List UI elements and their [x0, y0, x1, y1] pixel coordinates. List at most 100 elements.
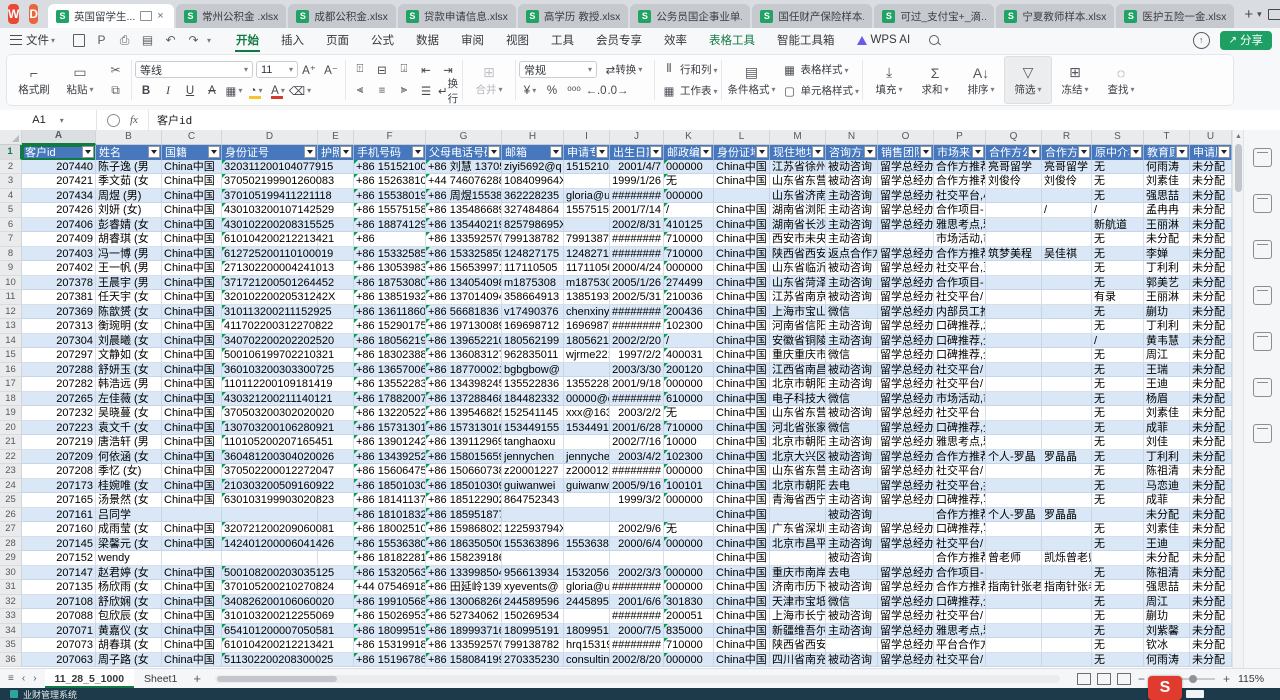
cell[interactable]: 电子科技大: [770, 392, 826, 407]
cell[interactable]: 未分配: [1190, 522, 1232, 537]
formula-input[interactable]: 客户id: [157, 112, 192, 128]
cell[interactable]: 无: [1092, 566, 1144, 581]
increase-decimal-button[interactable]: ←.0: [586, 82, 606, 100]
cell[interactable]: +44 7460762888: [426, 174, 502, 189]
cell[interactable]: [986, 595, 1042, 610]
row-header-23[interactable]: 23: [0, 464, 22, 479]
panel-props-icon[interactable]: [1253, 148, 1272, 167]
cell[interactable]: 广东省深圳: [770, 522, 826, 537]
menu-item-效率[interactable]: 效率: [653, 28, 698, 52]
cell[interactable]: 罗晶晶: [1042, 508, 1092, 523]
cell[interactable]: 微信: [826, 421, 878, 436]
cell[interactable]: +86 1360831276: [426, 348, 502, 363]
cell[interactable]: 207145: [22, 537, 96, 552]
zoom-out-button[interactable]: −: [1138, 672, 1145, 686]
cell[interactable]: 王一帆 (男: [96, 261, 162, 276]
cell[interactable]: 未分配: [1190, 464, 1232, 479]
cell[interactable]: 360103200303300725: [222, 363, 318, 378]
row-header-19[interactable]: 19: [0, 406, 22, 421]
cell[interactable]: +86 1565399710: [426, 261, 502, 276]
cell[interactable]: guiwanwei: [502, 479, 564, 494]
cell[interactable]: [986, 290, 1042, 305]
cell[interactable]: 新疆维吾尔: [770, 624, 826, 639]
cell[interactable]: 124827175: [564, 247, 610, 262]
cell[interactable]: 180995191: [564, 624, 610, 639]
cell[interactable]: 留学总经办: [878, 435, 934, 450]
cell[interactable]: 山东省东营: [770, 406, 826, 421]
menu-item-审阅[interactable]: 审阅: [450, 28, 495, 52]
cell[interactable]: 王迪: [1144, 377, 1190, 392]
row-header-9[interactable]: 9: [0, 261, 22, 276]
cell[interactable]: 无: [1092, 580, 1144, 595]
cell[interactable]: 包欣辰 (女: [96, 609, 162, 624]
cell[interactable]: 无: [1092, 464, 1144, 479]
cell[interactable]: 北京市朝阳: [770, 435, 826, 450]
cell[interactable]: 微信: [826, 392, 878, 407]
cell[interactable]: China中国: [714, 261, 770, 276]
cell[interactable]: xyevents@: [502, 580, 564, 595]
print-icon[interactable]: ⎙: [116, 32, 133, 49]
cell[interactable]: jennychen: [502, 450, 564, 465]
cell[interactable]: 610104200212213421: [222, 232, 318, 247]
row-header-11[interactable]: 11: [0, 290, 22, 305]
cell[interactable]: 无: [1092, 479, 1144, 494]
cell[interactable]: +86 15320563: [354, 566, 426, 581]
cell[interactable]: 无: [1092, 160, 1144, 175]
cell[interactable]: [1092, 508, 1144, 523]
cell[interactable]: 亮哥留学: [986, 160, 1042, 175]
column-header-C[interactable]: C: [162, 130, 222, 145]
cell[interactable]: /: [1092, 334, 1144, 349]
horizontal-scrollbar[interactable]: [215, 675, 1060, 683]
cell[interactable]: 207426: [22, 203, 96, 218]
cell-style-button[interactable]: 单元格样式▾: [801, 83, 860, 98]
cell[interactable]: China中国: [162, 319, 222, 334]
column-header-E[interactable]: E: [318, 130, 354, 145]
column-header-D[interactable]: D: [222, 130, 318, 145]
cell[interactable]: +86 18056219: [354, 334, 426, 349]
cell[interactable]: China中国: [714, 450, 770, 465]
cell[interactable]: +86 1396522100: [426, 334, 502, 349]
cell[interactable]: 留学总经办: [878, 363, 934, 378]
cell[interactable]: 207440: [22, 160, 96, 175]
cell[interactable]: 北京市昌平: [770, 537, 826, 552]
cell[interactable]: [986, 464, 1042, 479]
cell[interactable]: 207063: [22, 653, 96, 668]
increase-font-icon[interactable]: A⁺: [299, 61, 319, 79]
cell[interactable]: 黄嘉仪 (女: [96, 624, 162, 639]
cell[interactable]: 留学总经办: [878, 160, 934, 175]
filter-dropdown-button[interactable]: [1176, 146, 1188, 158]
cell[interactable]: 110112200109181419: [222, 377, 318, 392]
filter-dropdown-button[interactable]: [340, 146, 352, 158]
cell[interactable]: +86 1395468251: [426, 406, 502, 421]
cell[interactable]: China中国: [714, 406, 770, 421]
cell[interactable]: 蒯玏: [1144, 609, 1190, 624]
cell[interactable]: 未分配: [1190, 609, 1232, 624]
cell[interactable]: 无: [1092, 348, 1144, 363]
cell[interactable]: 142401200006041426: [222, 537, 318, 552]
table-style-button[interactable]: 表格样式▾: [801, 62, 849, 77]
cell[interactable]: 王迪: [1144, 537, 1190, 552]
cell[interactable]: 000000: [664, 189, 714, 204]
cell[interactable]: [986, 392, 1042, 407]
cell[interactable]: China中国: [714, 319, 770, 334]
cell[interactable]: China中国: [714, 348, 770, 363]
next-sheet-icon[interactable]: ›: [33, 673, 36, 684]
cell[interactable]: 未分配: [1144, 232, 1190, 247]
cell[interactable]: 主动咨询: [826, 435, 878, 450]
cell[interactable]: [1042, 218, 1092, 233]
cell[interactable]: chenxinyur: [564, 305, 610, 320]
cell[interactable]: +86 15263810: [354, 174, 426, 189]
decrease-indent-icon[interactable]: ⇤: [416, 61, 436, 79]
cell[interactable]: 无: [664, 522, 714, 537]
cell[interactable]: 留学总经办: [878, 493, 934, 508]
cell[interactable]: [318, 508, 354, 523]
cell[interactable]: 2000/6/4: [610, 537, 664, 552]
fill-button[interactable]: ⤓ 填充▾: [866, 57, 912, 103]
cell[interactable]: 未分配: [1190, 276, 1232, 291]
cell[interactable]: 留学总经办: [878, 392, 934, 407]
cell[interactable]: 留学总经办: [878, 203, 934, 218]
cell[interactable]: 刘俊伶: [986, 174, 1042, 189]
cell[interactable]: 124827175: [502, 247, 564, 262]
cell[interactable]: 207152: [22, 551, 96, 566]
cell[interactable]: 2002/8/31: [610, 218, 664, 233]
